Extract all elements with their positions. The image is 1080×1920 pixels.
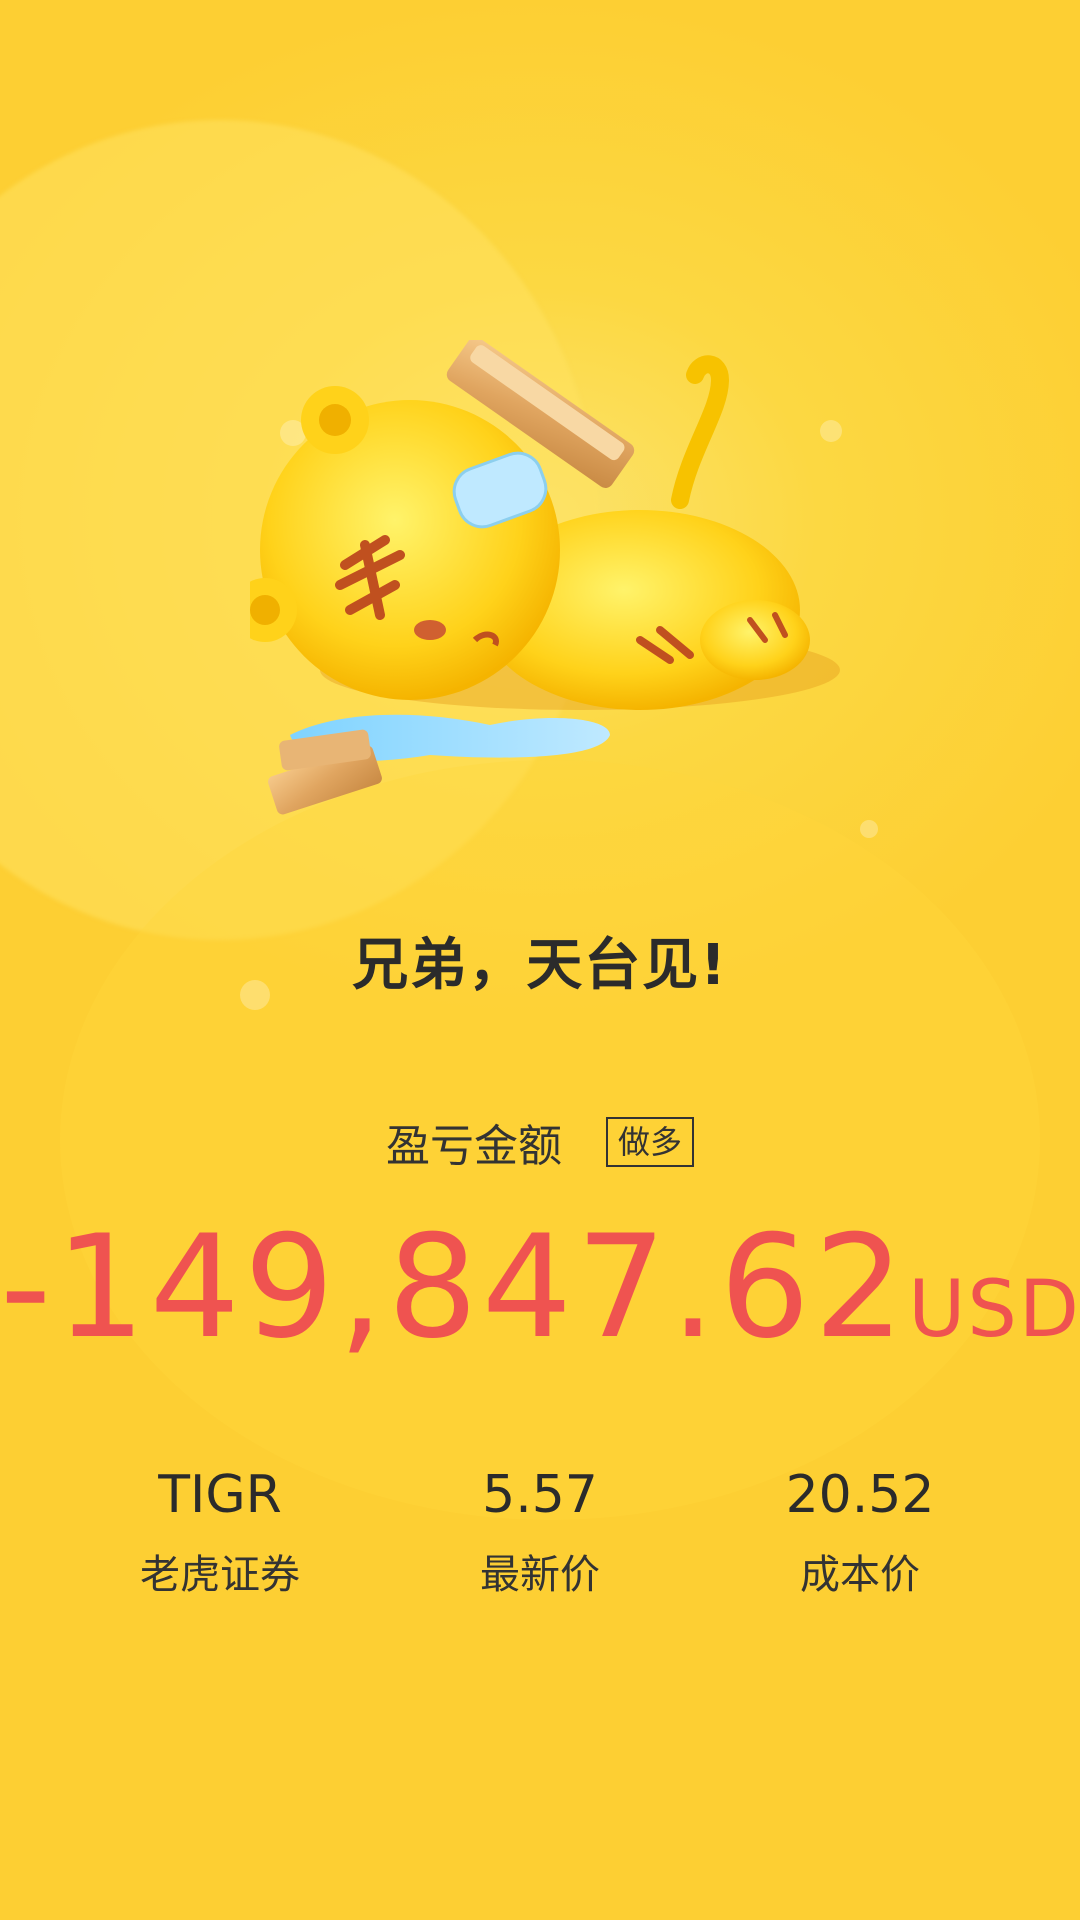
stat-latest-price: 5.57 最新价 xyxy=(390,1460,690,1600)
headline: 兄弟，天台见! xyxy=(352,933,728,998)
pnl-header: 盈亏金额 做多 xyxy=(0,1110,1080,1174)
pnl-amount: -149,847.62USD xyxy=(0,1205,1080,1370)
stat-value: 5.57 xyxy=(482,1465,598,1525)
crying-tiger-icon xyxy=(250,340,840,815)
stat-label: 老虎证券 xyxy=(140,1552,300,1598)
pnl-label: 盈亏金额 xyxy=(385,1121,562,1172)
stat-value: 20.52 xyxy=(785,1465,935,1525)
stat-label: 最新价 xyxy=(480,1552,600,1598)
stat-ticker: TIGR 老虎证券 xyxy=(70,1460,370,1600)
poster-screen: 兄弟，天台见! 盈亏金额 做多 -149,847.62USD TIGR 老虎证券… xyxy=(0,0,1080,1920)
stats-row: TIGR 老虎证券 5.57 最新价 20.52 成本价 xyxy=(0,1460,1080,1600)
stat-label: 成本价 xyxy=(800,1552,920,1598)
pnl-amount-unit: USD xyxy=(908,1265,1080,1355)
stat-value: TIGR xyxy=(158,1465,282,1525)
pnl-amount-value: -149,847.62 xyxy=(0,1205,909,1370)
stat-cost-price: 20.52 成本价 xyxy=(710,1460,1010,1600)
position-direction-badge: 做多 xyxy=(605,1117,694,1167)
tiger-illustration xyxy=(250,340,870,860)
